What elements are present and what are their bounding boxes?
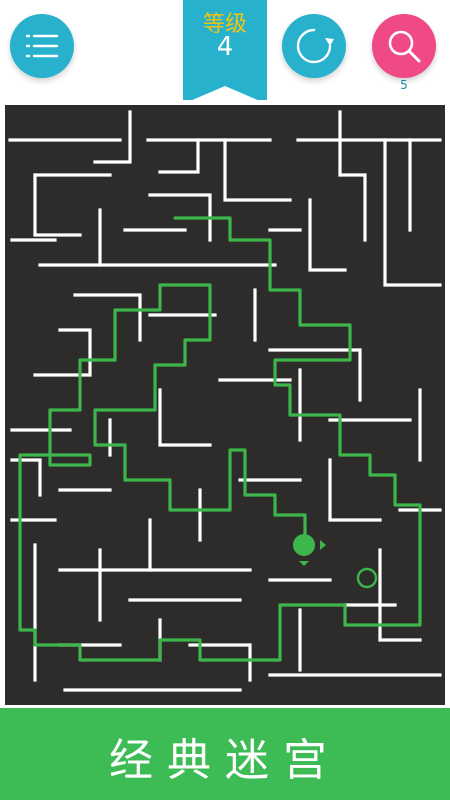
level-number: 4	[216, 32, 234, 62]
restart-button[interactable]	[282, 14, 346, 78]
search-magnifier-icon	[388, 30, 421, 63]
restart-circle-icon	[296, 28, 334, 64]
hint-button[interactable]	[372, 14, 436, 78]
maze-board[interactable]	[0, 100, 450, 708]
menu-button[interactable]	[10, 14, 74, 78]
banner-title: 经典迷宫	[109, 735, 341, 786]
hint-count: 5	[400, 78, 408, 92]
menu-list-icon	[25, 34, 59, 58]
